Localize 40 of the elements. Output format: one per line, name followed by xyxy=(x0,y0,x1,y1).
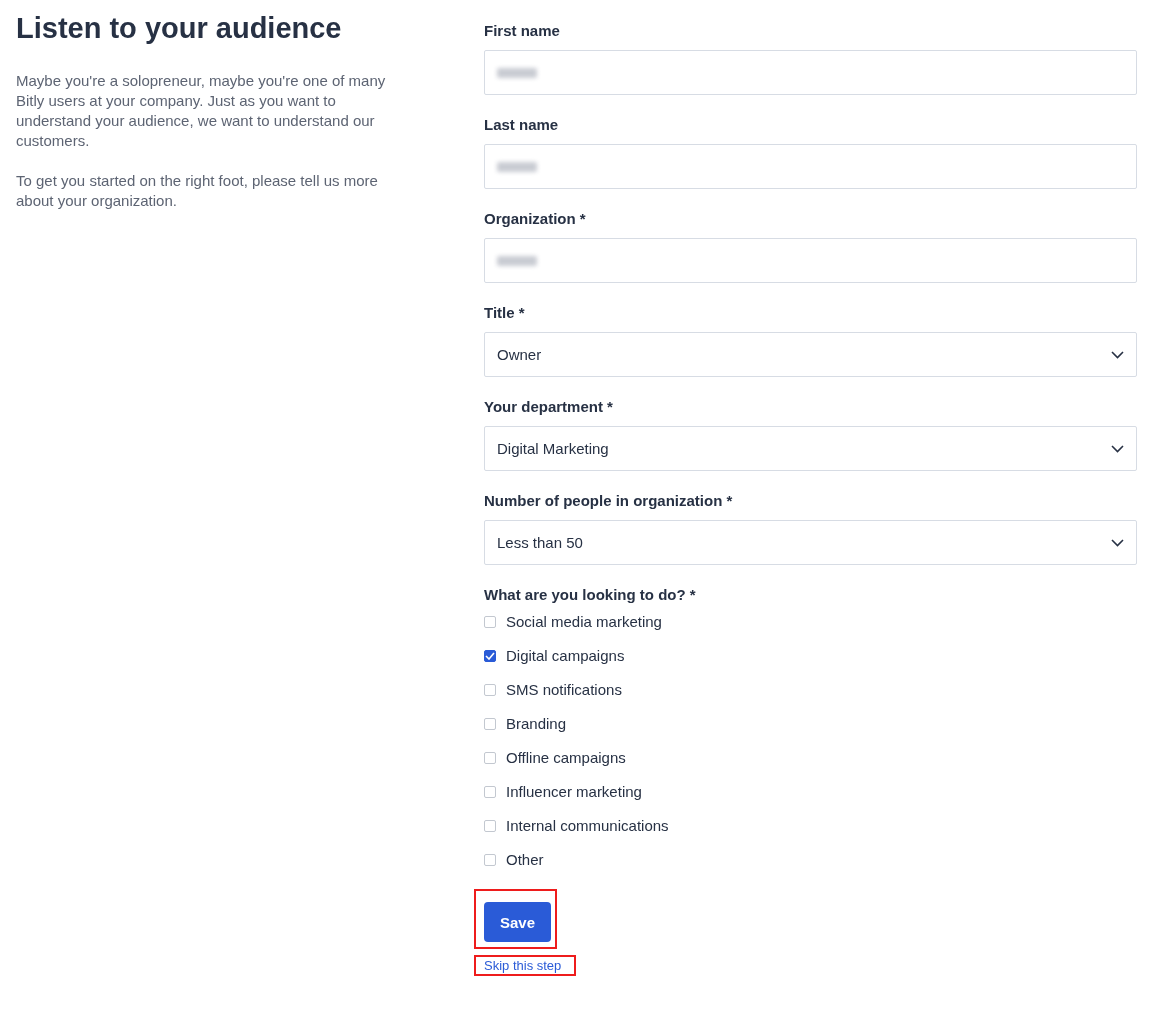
checkbox[interactable] xyxy=(484,649,496,662)
field-label: What are you looking to do? * xyxy=(484,586,697,604)
field-label: Your department * xyxy=(484,398,614,416)
input-field[interactable] xyxy=(484,144,1137,189)
checkbox[interactable] xyxy=(484,717,496,730)
input-field[interactable] xyxy=(484,50,1137,95)
intro-paragraph: To get you started on the right foot, please tell us more about your organization. xyxy=(16,171,379,211)
field-label: Organization * xyxy=(484,210,587,228)
checkbox[interactable] xyxy=(484,615,496,628)
checkbox[interactable] xyxy=(484,819,496,832)
select-field[interactable]: Owner xyxy=(484,332,1137,377)
skip-link[interactable]: Skip this step xyxy=(484,958,562,973)
checkbox[interactable] xyxy=(484,751,496,764)
chevron-down-icon xyxy=(1111,350,1124,359)
blurred-value xyxy=(497,255,537,266)
page-title: Listen to your audience xyxy=(16,12,343,45)
checkbox-label: SMS notifications xyxy=(506,680,622,699)
checkbox-label: Social media marketing xyxy=(506,612,662,631)
blurred-value xyxy=(497,161,537,172)
save-button[interactable]: Save xyxy=(484,902,551,942)
intro-paragraph: Maybe you're a solopreneur, maybe you're one of many Bitly users at your company. Just as you want to understand your audience, we want to understand our customers. xyxy=(16,71,387,151)
input-field[interactable] xyxy=(484,238,1137,283)
chevron-down-icon xyxy=(1111,444,1124,453)
checkbox[interactable] xyxy=(484,853,496,866)
blurred-value xyxy=(497,67,537,78)
checkbox-label: Offline campaigns xyxy=(506,748,626,767)
checkbox-label: Branding xyxy=(506,714,567,733)
field-label: Title * xyxy=(484,304,526,322)
select-field[interactable]: Less than 50 xyxy=(484,520,1137,565)
checkbox-label: Other xyxy=(506,850,544,869)
checkbox[interactable] xyxy=(484,785,496,798)
checkbox-label: Digital campaigns xyxy=(506,646,625,665)
checkbox[interactable] xyxy=(484,683,496,696)
chevron-down-icon xyxy=(1111,538,1124,547)
select-field[interactable]: Digital Marketing xyxy=(484,426,1137,471)
field-label: Number of people in organization * xyxy=(484,492,734,510)
field-label: First name xyxy=(484,22,561,40)
checkbox-label: Influencer marketing xyxy=(506,782,642,801)
checkbox-label: Internal communications xyxy=(506,816,669,835)
field-label: Last name xyxy=(484,116,560,134)
